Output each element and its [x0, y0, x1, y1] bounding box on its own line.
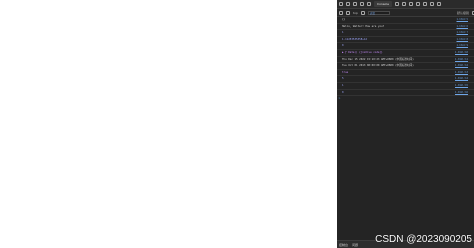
more-tabs-icon[interactable]: [408, 2, 413, 6]
close-icon[interactable]: [436, 2, 441, 6]
log-levels-dropdown[interactable]: 默认级别: [457, 11, 469, 15]
console-source-link[interactable]: 1.html:9: [456, 43, 468, 49]
drawer-tab-console[interactable]: 控制台: [339, 243, 348, 247]
console-source-link[interactable]: 1.html:12: [455, 63, 468, 69]
welcome-icon[interactable]: [353, 2, 357, 6]
console-source-link[interactable]: 1.html:5: [456, 17, 468, 23]
console-source-link[interactable]: 1.html:14: [455, 76, 468, 82]
console-message-row: ▶ ƒ Date() {[native code]} 1.html:10: [337, 50, 474, 57]
console-message-row: 1 1.html:15: [337, 83, 474, 90]
console-message-row: 0 1.html:9: [337, 43, 474, 50]
settings-icon[interactable]: [422, 2, 427, 6]
devtools-tab-bar: Console: [337, 0, 474, 9]
devtools-panel: Console top 过滤 默认级别 {} 1.html:5 Hello, Wal…: [337, 0, 474, 248]
device-toolbar-icon[interactable]: [346, 2, 350, 6]
console-message-text: 0: [342, 44, 344, 48]
add-tab-icon[interactable]: [415, 2, 420, 6]
drawer-tab-issues[interactable]: 问题: [352, 243, 358, 247]
console-message-text: true: [342, 70, 349, 74]
console-message-row: {} 1.html:5: [337, 17, 474, 24]
console-message-text: {}: [342, 18, 346, 21]
console-message-text: 1.1125353535E+12: [342, 37, 367, 41]
eye-icon[interactable]: [360, 10, 365, 15]
console-source-link[interactable]: 1.html:7: [456, 30, 468, 36]
console-message-row: Thu Dec 15 2022 15:10:23 GMT+0800 (中国标准时…: [337, 57, 474, 64]
inspect-element-icon[interactable]: [339, 2, 343, 6]
console-message-text: 5: [342, 77, 344, 81]
console-source-link[interactable]: 1.html:6: [456, 24, 468, 30]
console-toolbar: top 过滤 默认级别: [337, 9, 474, 17]
console-source-link[interactable]: 1.html:16: [455, 90, 468, 96]
console-message-text: 0: [342, 90, 344, 94]
console-message-text: 1: [342, 31, 344, 35]
console-message-row: Tue Oct 01 2013 00:00:00 GMT+0800 (中国标准时…: [337, 63, 474, 70]
console-source-link[interactable]: 1.html:10: [455, 50, 468, 56]
browser-page-area: [0, 0, 337, 248]
tab-console[interactable]: Console: [374, 1, 392, 7]
console-message-text: Thu Dec 15 2022 15:10:23 GMT+0800 (中国标准时…: [342, 57, 414, 61]
console-message-row: 0 1.html:16: [337, 90, 474, 97]
console-source-link[interactable]: 1.html:13: [455, 70, 468, 76]
console-message-text: ▶ ƒ Date() {[native code]}: [342, 50, 383, 54]
network-icon[interactable]: [394, 2, 399, 6]
console-message-row: true 1.html:13: [337, 70, 474, 77]
console-message-text: 1: [342, 83, 344, 87]
sources-icon[interactable]: [367, 2, 371, 6]
console-messages: {} 1.html:5 Hello, Walter! How are you? 1.h…: [337, 17, 474, 101]
console-source-link[interactable]: 1.html:15: [455, 83, 468, 89]
filter-input[interactable]: 过滤: [367, 10, 390, 15]
console-prompt[interactable]: >: [337, 96, 474, 101]
customize-icon[interactable]: [429, 2, 434, 6]
block-icon[interactable]: [346, 10, 350, 15]
console-message-row: Hello, Walter! How are you? 1.html:6: [337, 24, 474, 31]
elements-icon[interactable]: [360, 2, 364, 6]
watermark: CSDN @2023090205: [375, 234, 472, 245]
console-message-row: 5 1.html:14: [337, 76, 474, 83]
clear-console-icon[interactable]: [339, 10, 343, 15]
console-message-text: Tue Oct 01 2013 00:00:00 GMT+0800 (中国标准时…: [342, 64, 414, 68]
console-message-row: 1 1.html:7: [337, 30, 474, 37]
console-source-link[interactable]: 1.html:11: [455, 57, 468, 63]
performance-icon[interactable]: [401, 2, 406, 6]
console-message-row: 1.1125353535E+12 1.html:8: [337, 37, 474, 44]
console-source-link[interactable]: 1.html:8: [456, 37, 468, 43]
context-select[interactable]: top: [353, 11, 358, 15]
console-message-text: Hello, Walter! How are you?: [342, 24, 385, 28]
